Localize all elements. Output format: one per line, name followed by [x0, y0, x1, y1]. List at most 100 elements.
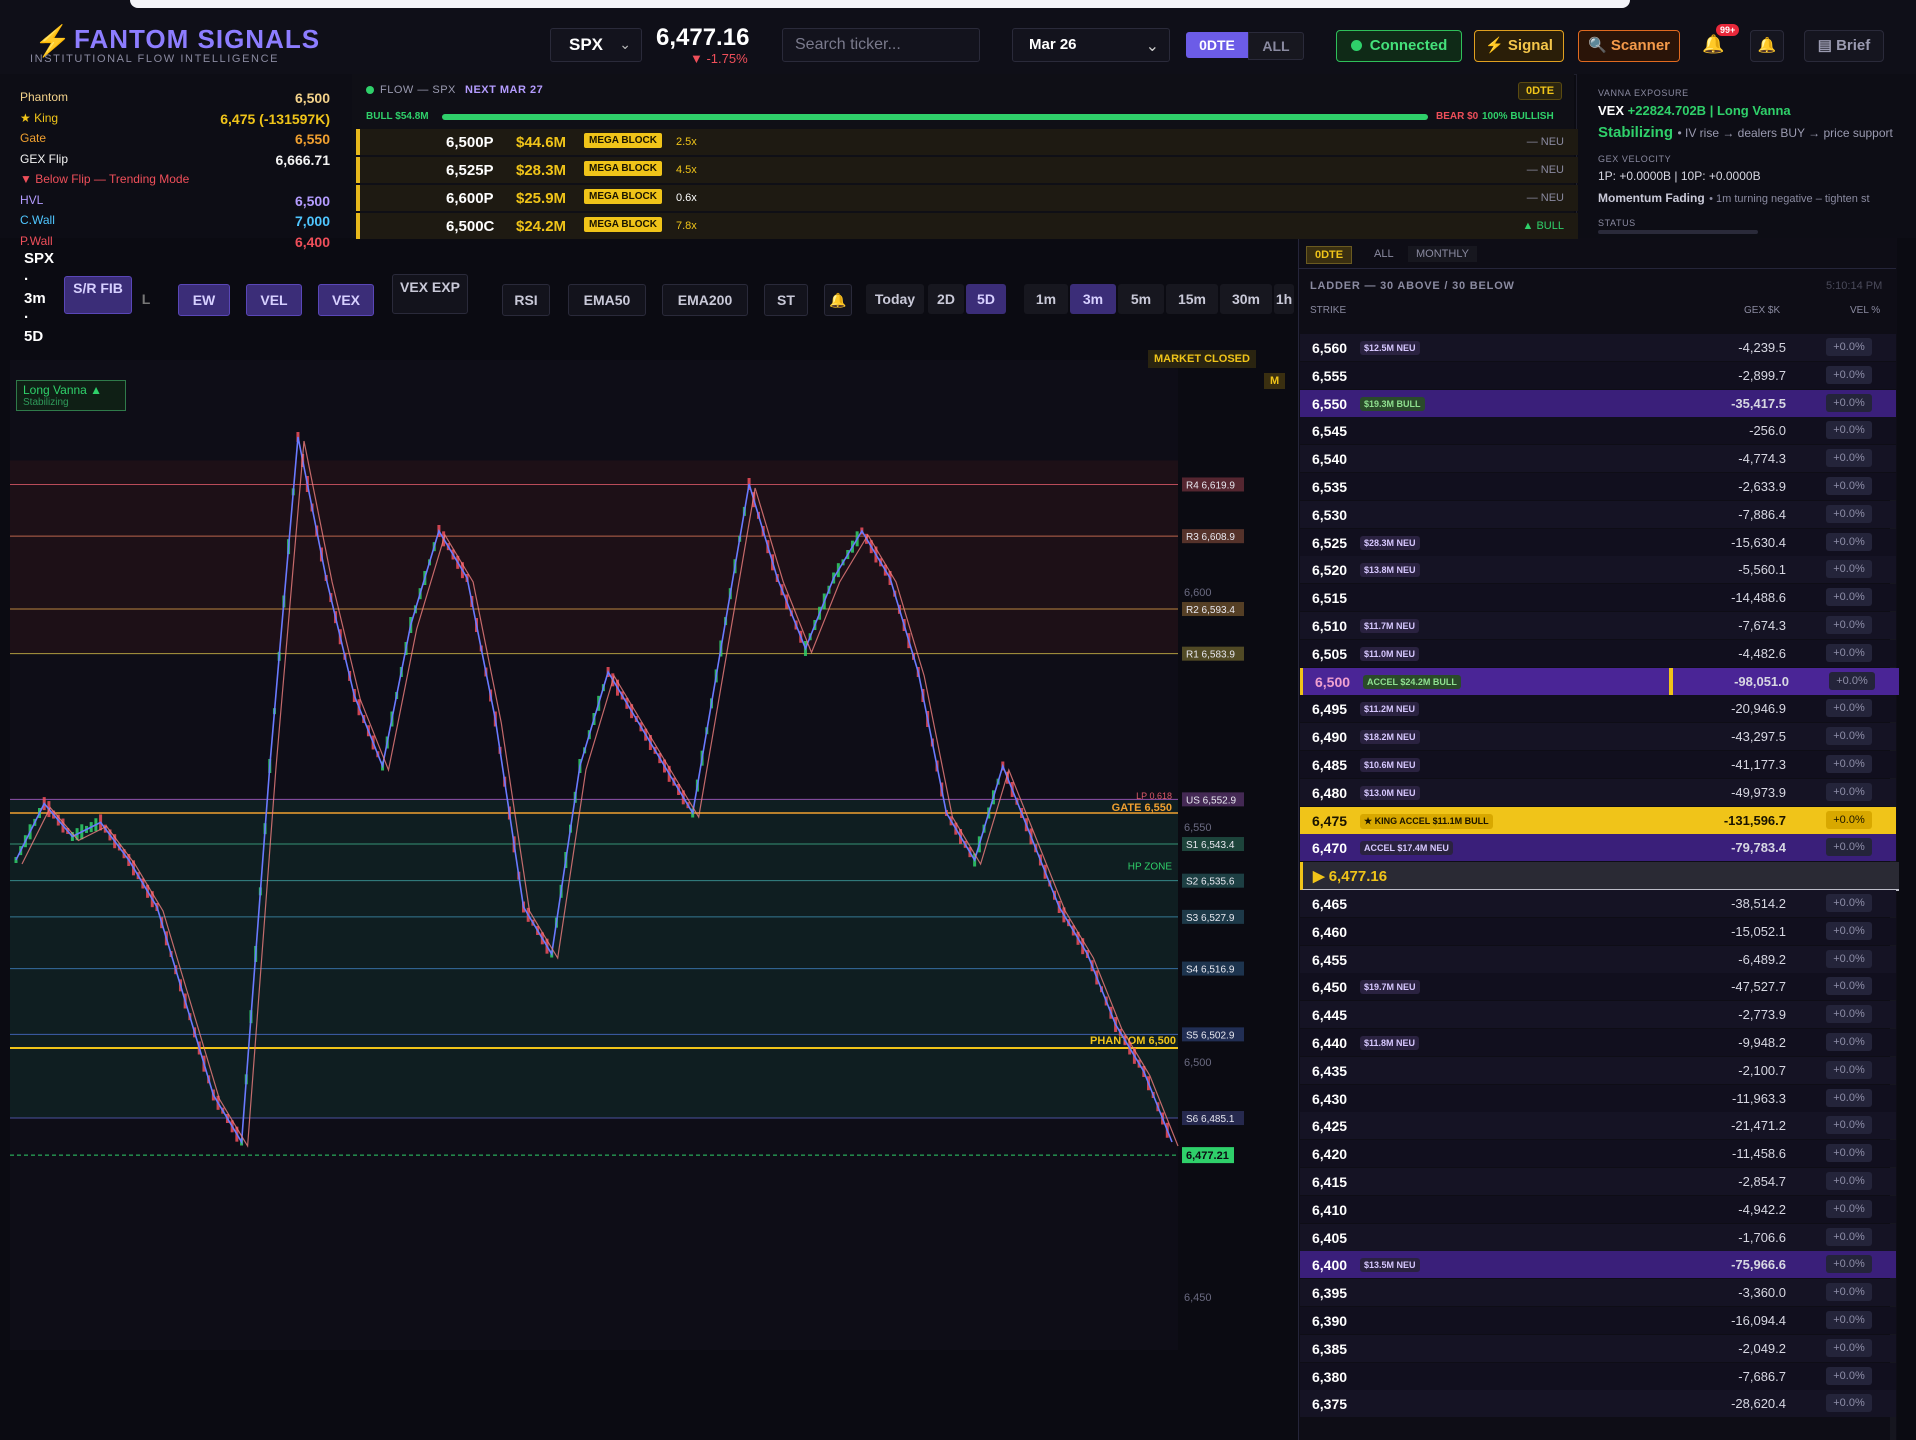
sr-fib-toggle[interactable]: S/R FIB — [64, 276, 132, 314]
ladder-row[interactable]: 6,455 -6,489.2 +0.0% — [1300, 945, 1896, 973]
ladder-gex: -4,942.2 — [1738, 1201, 1786, 1217]
ticker-select[interactable]: SPX ⌄ — [550, 28, 642, 62]
ladder-row[interactable]: 6,425 -21,471.2 +0.0% — [1300, 1112, 1896, 1140]
ema50-toggle[interactable]: EMA50 — [568, 284, 646, 316]
ladder-row[interactable]: 6,375 -28,620.4 +0.0% — [1300, 1390, 1896, 1418]
range-today[interactable]: Today — [866, 284, 924, 314]
ladder-row[interactable]: 6,535 -2,633.9 +0.0% — [1300, 473, 1896, 500]
scanner-button[interactable]: 🔍 Scanner — [1578, 30, 1680, 62]
mode-all-toggle[interactable]: ALL — [1248, 32, 1304, 60]
ladder-row[interactable]: 6,415 -2,854.7 +0.0% — [1300, 1168, 1896, 1195]
chart-alert-bell-icon[interactable]: 🔔 — [824, 284, 852, 316]
flow-row[interactable]: 6,500P $44.6M MEGA BLOCK 2.5x — NEU — [356, 129, 1578, 155]
alert-bell-icon[interactable]: 🔔 — [1750, 30, 1784, 62]
phantom-label: PHANTOM 6,500 — [1090, 1035, 1176, 1047]
interval-1h[interactable]: 1h — [1274, 284, 1294, 314]
interval-15m[interactable]: 15m — [1166, 284, 1218, 314]
ladder-row[interactable]: 6,450 $19.7M NEU -47,527.7 +0.0% — [1300, 973, 1896, 1001]
ema200-toggle[interactable]: EMA200 — [662, 284, 748, 316]
vex-exp-toggle[interactable]: VEX EXP — [392, 274, 468, 314]
range-5d[interactable]: 5D — [966, 284, 1006, 314]
ladder-tab-monthly[interactable]: MONTHLY — [1408, 246, 1477, 262]
ladder-velocity: +0.0% — [1826, 588, 1872, 607]
ladder-row[interactable]: 6,385 -2,049.2 +0.0% — [1300, 1334, 1896, 1362]
notifications-bell-icon[interactable]: 🔔 — [1702, 34, 1724, 55]
flow-row[interactable]: 6,600P $25.9M MEGA BLOCK 0.6x — NEU — [356, 185, 1578, 211]
ladder-row[interactable]: 6,540 -4,774.3 +0.0% — [1300, 445, 1896, 473]
flow-multiple: 2.5x — [676, 136, 697, 148]
ladder-row[interactable]: 6,420 -11,458.6 +0.0% — [1300, 1140, 1896, 1168]
ladder-row[interactable]: 6,470 ACCEL $17.4M NEU -79,783.4 +0.0% — [1300, 834, 1896, 862]
ladder-tab-0dte[interactable]: 0DTE — [1306, 246, 1353, 264]
y-axis-tick: 6,550 — [1184, 822, 1212, 834]
ladder-row[interactable]: 6,400 $13.5M NEU -75,966.6 +0.0% — [1300, 1251, 1896, 1279]
ladder-row[interactable]: 6,500 ACCEL $24.2M BULL -98,051.0 +0.0% — [1300, 667, 1899, 695]
ladder-flow-tag: $28.3M NEU — [1360, 535, 1420, 550]
mode-0dte-toggle[interactable]: 0DTE — [1186, 32, 1248, 58]
ew-toggle[interactable]: EW — [178, 284, 230, 316]
ladder-row[interactable]: 6,395 -3,360.0 +0.0% — [1300, 1279, 1896, 1307]
expiry-date-select[interactable]: Mar 26 ⌄ — [1012, 28, 1170, 62]
ladder-row[interactable]: 6,380 -7,686.7 +0.0% — [1300, 1362, 1896, 1390]
l-toggle[interactable]: L — [136, 284, 156, 314]
signal-button[interactable]: ⚡ Signal — [1474, 30, 1564, 62]
ladder-row[interactable]: 6,410 -4,942.2 +0.0% — [1300, 1195, 1896, 1223]
ladder-row[interactable]: 6,475 ★ KING ACCEL $11.1M BULL -131,596.7 +… — [1300, 806, 1896, 834]
ladder-row[interactable]: 6,445 -2,773.9 +0.0% — [1300, 1001, 1896, 1029]
search-input[interactable]: Search ticker... — [782, 28, 980, 62]
ladder-gex: -9,948.2 — [1738, 1035, 1786, 1050]
ladder-row[interactable]: 6,510 $11.7M NEU -7,674.3 +0.0% — [1300, 612, 1896, 639]
ladder-row[interactable]: 6,530 -7,886.4 +0.0% — [1300, 500, 1896, 528]
sr-fib-label: S/R FIB — [73, 280, 123, 296]
ladder-row[interactable]: 6,505 $11.0M NEU -4,482.6 +0.0% — [1300, 639, 1896, 667]
rsi-toggle[interactable]: RSI — [502, 284, 550, 316]
ladder-tab-all[interactable]: ALL — [1368, 248, 1400, 260]
ladder-row[interactable]: 6,490 $18.2M NEU -43,297.5 +0.0% — [1300, 723, 1896, 751]
flow-tag: MEGA BLOCK — [584, 189, 662, 204]
sr-level-text: R3 6,608.9 — [1186, 532, 1235, 543]
ladder-row[interactable]: 6,390 -16,094.4 +0.0% — [1300, 1307, 1896, 1334]
interval-30m[interactable]: 30m — [1220, 284, 1272, 314]
ladder-row[interactable]: 6,520 $13.8M NEU -5,560.1 +0.0% — [1300, 556, 1896, 584]
interval-5m[interactable]: 5m — [1118, 284, 1164, 314]
sr-level-label: R1 6,583.9 — [1182, 646, 1244, 661]
flow-row[interactable]: 6,500C $24.2M MEGA BLOCK 7.8x ▲ BULL — [356, 213, 1578, 239]
range-2d[interactable]: 2D — [928, 284, 964, 314]
interval-3m[interactable]: 3m — [1070, 284, 1116, 314]
ladder-row[interactable]: 6,440 $11.8M NEU -9,948.2 +0.0% — [1300, 1029, 1896, 1056]
ladder-row[interactable]: 6,550 $19.3M BULL -35,417.5 +0.0% — [1300, 389, 1896, 417]
sr-level-text: US 6,552.9 — [1186, 795, 1236, 806]
level-value: 6,666.71 — [275, 151, 331, 168]
ladder-velocity: +0.0% — [1826, 755, 1872, 773]
flow-row[interactable]: 6,525P $28.3M MEGA BLOCK 4.5x — NEU — [356, 157, 1578, 183]
sr-level-text: S3 6,527.9 — [1186, 913, 1235, 924]
ladder-strike: 6,395 — [1312, 1285, 1348, 1302]
brief-button[interactable]: ▤ Brief — [1804, 30, 1884, 62]
ladder-row[interactable]: 6,485 $10.6M NEU -41,177.3 +0.0% — [1300, 751, 1896, 778]
ladder-flow-tag: $13.0M NEU — [1360, 785, 1420, 800]
ladder-row[interactable]: 6,560 $12.5M NEU -4,239.5 +0.0% — [1300, 334, 1896, 361]
vel-toggle[interactable]: VEL — [246, 284, 302, 316]
status-bar — [1598, 230, 1758, 234]
interval-1m[interactable]: 1m — [1024, 284, 1068, 314]
ladder-row[interactable]: 6,495 $11.2M NEU -20,946.9 +0.0% — [1300, 695, 1896, 723]
price-chart[interactable]: R4 6,619.9 R3 6,608.9 R2 6,593.4 R1 6,583.9… — [0, 330, 1298, 1440]
ladder-row[interactable]: 6,435 -2,100.7 +0.0% — [1300, 1056, 1896, 1084]
ladder-row[interactable]: 6,480 $13.0M NEU -49,973.9 +0.0% — [1300, 778, 1896, 806]
flow-amount: $24.2M — [516, 218, 567, 235]
ladder-row[interactable]: 6,545 -256.0 +0.0% — [1300, 417, 1896, 445]
ladder-row[interactable]: 6,405 -1,706.6 +0.0% — [1300, 1223, 1896, 1251]
ladder-gex: -2,100.7 — [1738, 1062, 1786, 1078]
ladder-row[interactable]: 6,430 -11,963.3 +0.0% — [1300, 1084, 1896, 1112]
ladder-title: LADDER — 30 ABOVE / 30 BELOW — [1310, 280, 1515, 292]
ladder-row[interactable]: 6,525 $28.3M NEU -15,630.4 +0.0% — [1300, 528, 1896, 556]
ladder-gex: -28,620.4 — [1731, 1396, 1786, 1412]
ladder-row[interactable]: 6,555 -2,899.7 +0.0% — [1300, 361, 1896, 389]
st-toggle[interactable]: ST — [764, 284, 808, 316]
ladder-row[interactable]: 6,460 -15,052.1 +0.0% — [1300, 917, 1896, 945]
ladder-row[interactable]: 6,515 -14,488.6 +0.0% — [1300, 584, 1896, 612]
ladder-row[interactable]: 6,465 -38,514.2 +0.0% — [1300, 890, 1896, 917]
connected-button[interactable]: Connected — [1336, 30, 1462, 62]
vex-toggle[interactable]: VEX — [318, 284, 374, 316]
vanna-title: VANNA EXPOSURE — [1598, 88, 1689, 98]
